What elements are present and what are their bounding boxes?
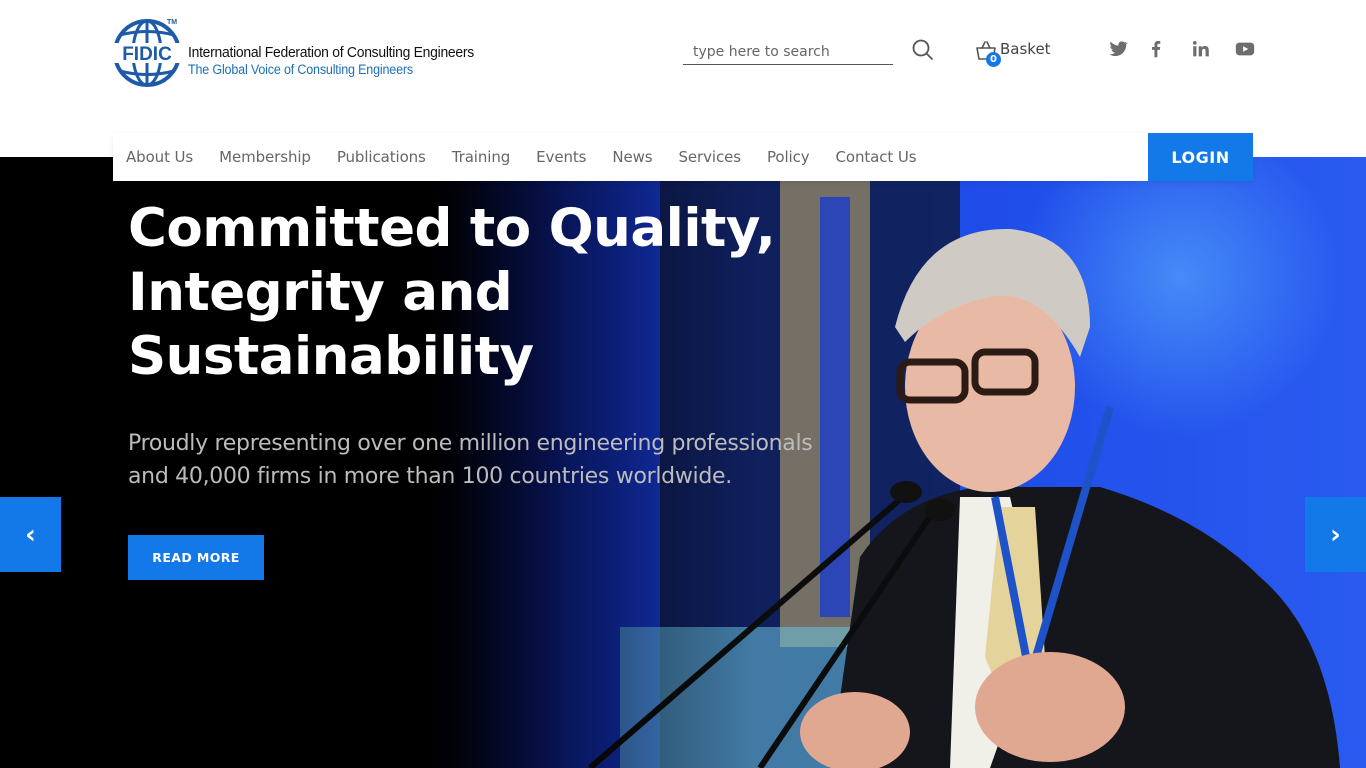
logo-acronym: FIDIC [122,44,172,65]
hero-subtitle: Proudly representing over one million en… [128,431,813,489]
page: FIDIC TM International Federation of Con… [0,0,1366,768]
search-icon[interactable] [911,38,935,62]
organization-tagline: The Global Voice of Consulting Engineers [188,62,413,77]
organization-name: International Federation of Consulting E… [188,44,474,61]
nav-item-contact-us[interactable]: Contact Us [823,148,930,166]
login-button[interactable]: LOGIN [1148,133,1253,181]
basket-count-badge: 0 [986,52,1001,67]
main-navigation: About Us Membership Publications Trainin… [113,133,1253,181]
basket-icon-wrap: 0 [973,38,1001,67]
search-box [683,40,893,65]
basket-label: Basket [1000,40,1051,58]
hero-slider: Committed to Quality, Integrity and Sust… [0,157,1366,768]
facebook-icon[interactable] [1145,38,1167,60]
previous-slide-button[interactable]: ‹ [0,497,61,572]
nav-item-services[interactable]: Services [666,148,754,166]
twitter-icon[interactable] [1107,38,1129,60]
logo-text: International Federation of Consulting E… [188,44,495,77]
next-slide-button[interactable]: › [1305,497,1366,572]
nav-item-events[interactable]: Events [523,148,599,166]
basket-button[interactable]: 0 Basket [973,38,1051,67]
youtube-icon[interactable] [1234,38,1256,60]
nav-item-membership[interactable]: Membership [206,148,324,166]
globe-logo-icon: FIDIC [112,19,182,87]
nav-item-policy[interactable]: Policy [754,148,823,166]
fidic-logo[interactable]: FIDIC [112,18,182,88]
nav-item-news[interactable]: News [599,148,665,166]
trademark-symbol: TM [167,19,178,26]
search-input[interactable] [683,40,893,64]
hero-title: Committed to Quality, Integrity and Sust… [128,198,776,387]
nav-item-about-us[interactable]: About Us [113,148,206,166]
nav-item-training[interactable]: Training [439,148,523,166]
read-more-button[interactable]: READ MORE [128,535,264,580]
chevron-right-icon: › [1330,519,1341,550]
nav-item-publications[interactable]: Publications [324,148,439,166]
chevron-left-icon: ‹ [25,519,36,550]
linkedin-icon[interactable] [1190,38,1212,60]
